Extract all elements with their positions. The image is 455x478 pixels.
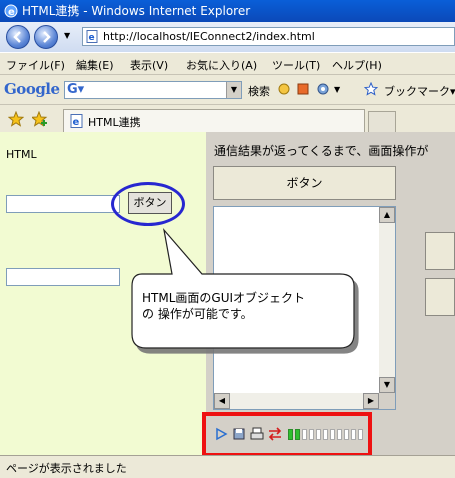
side-button-2[interactable] <box>425 278 455 316</box>
tab-bar: e HTML連携 <box>0 104 455 133</box>
vertical-scrollbar[interactable]: ▲ ▼ <box>379 207 395 393</box>
progress-segment <box>358 429 363 440</box>
settings-dropdown-icon[interactable]: ▼ <box>334 85 340 94</box>
back-button[interactable] <box>6 25 30 49</box>
callout-line-1: HTML画面のGUIオブジェクト <box>142 291 306 305</box>
menu-view[interactable]: 表示(V) <box>130 57 168 73</box>
settings-icon[interactable] <box>316 82 330 96</box>
google-dropdown-icon[interactable]: ▼ <box>226 82 241 98</box>
google-search-button[interactable]: 検索 <box>248 83 270 99</box>
page-icon: e <box>86 30 98 43</box>
svg-text:e: e <box>89 33 95 43</box>
progress-segment <box>344 429 349 440</box>
popup-blocker-icon[interactable] <box>296 82 310 96</box>
bookmark-star-icon[interactable] <box>364 82 378 96</box>
forward-arrow-icon <box>43 31 51 43</box>
bookmark-button[interactable]: ブックマーク▾ <box>384 83 455 99</box>
ie-logo-icon: e <box>4 4 18 18</box>
tab-label: HTML連携 <box>88 116 141 129</box>
scroll-left-icon[interactable]: ◀ <box>214 393 230 409</box>
status-bar: ページが表示されました <box>0 455 455 478</box>
progress-segment <box>351 429 356 440</box>
address-url[interactable]: http://localhost/IEConnect2/index.html <box>103 28 315 45</box>
status-text: ページが表示されました <box>6 462 127 475</box>
scroll-up-icon[interactable]: ▲ <box>379 207 395 223</box>
highlight-ellipse <box>111 182 185 226</box>
left-pane-heading: HTML <box>6 148 37 161</box>
progress-segment <box>323 429 328 440</box>
mini-toolbar <box>214 427 364 443</box>
back-arrow-icon <box>13 31 21 43</box>
menu-tools[interactable]: ツール(T) <box>272 57 320 73</box>
page-content: HTML ボタン 通信結果が返ってくるまで、画面操作が ボタン ▲ ▼ ◀ ▶ … <box>0 132 455 457</box>
window-title-bar[interactable]: e HTML連携 - Windows Internet Explorer <box>0 0 455 22</box>
svg-text:e: e <box>73 117 80 128</box>
notice-text: 通信結果が返ってくるまで、画面操作が <box>214 144 429 158</box>
right-button[interactable]: ボタン <box>213 166 396 200</box>
favorites-star-icon[interactable] <box>8 111 24 127</box>
google-g-icon: G▾ <box>67 82 85 97</box>
address-bar[interactable]: e http://localhost/IEConnect2/index.html <box>82 27 455 46</box>
google-toolbar: Google G▾ ▼ 検索 ▼ ブックマーク▾ <box>0 74 455 105</box>
menu-edit[interactable]: 編集(E) <box>76 57 114 73</box>
left-text-input-1[interactable] <box>6 195 120 213</box>
save-icon[interactable] <box>232 427 246 441</box>
page-icon: e <box>70 114 83 128</box>
progress-segment <box>309 429 314 440</box>
google-logo: Google <box>4 80 60 98</box>
left-text-input-2[interactable] <box>6 268 120 286</box>
progress-segment <box>295 429 300 440</box>
navigation-bar: ▼ e http://localhost/IEConnect2/index.ht… <box>0 22 455 52</box>
new-tab-button[interactable] <box>368 111 396 133</box>
print-icon[interactable] <box>250 427 264 441</box>
add-favorite-icon[interactable] <box>32 111 48 127</box>
google-options-icon[interactable] <box>277 82 291 96</box>
progress-segment <box>288 429 293 440</box>
horizontal-scrollbar[interactable]: ◀ ▶ <box>214 393 379 409</box>
callout-text: HTML画面のGUIオブジェクト の 操作が可能です。 <box>142 290 342 322</box>
menu-bar: ファイル(F) 編集(E) 表示(V) お気に入り(A) ツール(T) ヘルプ(… <box>0 52 455 75</box>
callout-line-2: の 操作が可能です。 <box>142 307 253 321</box>
tab-html-connect[interactable]: e HTML連携 <box>63 109 365 133</box>
google-search-input[interactable]: G▾ ▼ <box>64 81 242 99</box>
progress-segment <box>316 429 321 440</box>
scrollbar-corner <box>379 393 395 409</box>
progress-segment <box>302 429 307 440</box>
menu-file[interactable]: ファイル(F) <box>6 57 65 73</box>
history-dropdown-icon[interactable]: ▼ <box>64 31 70 40</box>
transfer-arrows-icon[interactable] <box>268 427 282 441</box>
scroll-right-icon[interactable]: ▶ <box>363 393 379 409</box>
progress-segment <box>337 429 342 440</box>
svg-text:e: e <box>8 7 15 18</box>
play-icon[interactable] <box>214 427 228 441</box>
scroll-down-icon[interactable]: ▼ <box>379 377 395 393</box>
window-title: HTML連携 - Windows Internet Explorer <box>22 4 251 18</box>
menu-favorites[interactable]: お気に入り(A) <box>186 57 257 73</box>
progress-segment <box>330 429 335 440</box>
menu-help[interactable]: ヘルプ(H) <box>332 57 382 73</box>
forward-button[interactable] <box>34 25 58 49</box>
side-button-1[interactable] <box>425 232 455 270</box>
